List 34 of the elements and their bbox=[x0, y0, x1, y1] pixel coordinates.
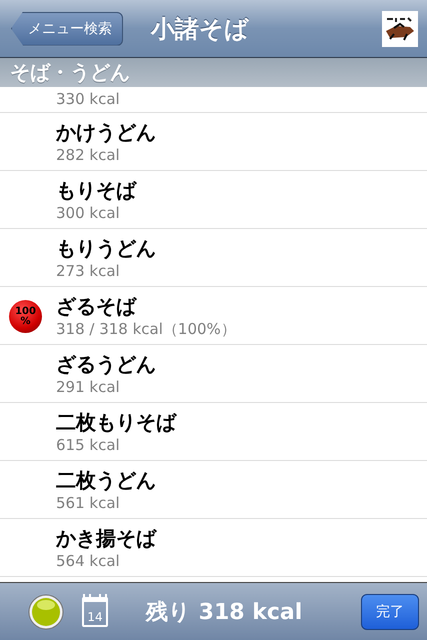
item-calories: 291 kcal bbox=[56, 376, 121, 396]
status-light-icon[interactable] bbox=[28, 594, 64, 630]
item-calories: 318 / 318 kcal（100%） bbox=[56, 318, 237, 338]
item-name: もりそば bbox=[56, 176, 138, 202]
menu-row[interactable]: 二枚うどん 561 kcal bbox=[0, 461, 427, 519]
menu-row[interactable]: 二枚もりそば 615 kcal bbox=[0, 403, 427, 461]
screen-title: 小諸そば bbox=[151, 14, 250, 44]
section-header: そば・うどん bbox=[0, 58, 427, 87]
item-calories: 273 kcal bbox=[56, 260, 121, 280]
item-name: ざるそば bbox=[56, 292, 138, 318]
item-calories: 615 kcal bbox=[56, 434, 121, 454]
logo-icon bbox=[382, 10, 418, 46]
item-calories: 300 kcal bbox=[56, 202, 121, 222]
percent-badge: 100 % bbox=[9, 300, 42, 333]
item-name: かき揚そば bbox=[56, 524, 158, 550]
item-name: かけうどん bbox=[56, 118, 157, 144]
menu-row[interactable]: もりそば 300 kcal bbox=[0, 171, 427, 229]
item-name: ざるうどん bbox=[56, 350, 157, 376]
back-button[interactable]: メニュー検索 bbox=[11, 12, 123, 46]
item-name: 二枚もりそば bbox=[56, 408, 178, 434]
item-calories: 282 kcal bbox=[56, 144, 121, 164]
remaining-calories: 残り 318 kcal bbox=[146, 598, 304, 626]
menu-row[interactable]: かけうどん 282 kcal bbox=[0, 113, 427, 171]
done-button[interactable]: 完了 bbox=[361, 594, 419, 630]
item-name: もりうどん bbox=[56, 234, 157, 260]
menu-row[interactable]: 100 % ざるそば 318 / 318 kcal（100%） bbox=[0, 287, 427, 345]
item-calories: 564 kcal bbox=[56, 550, 121, 570]
menu-row[interactable]: 330 kcal bbox=[0, 87, 427, 113]
menu-row[interactable]: ざるうどん 291 kcal bbox=[0, 345, 427, 403]
item-calories: 330 kcal bbox=[56, 89, 121, 109]
item-calories: 561 kcal bbox=[56, 492, 121, 512]
item-name: 二枚うどん bbox=[56, 466, 157, 492]
menu-row[interactable]: もりうどん 273 kcal bbox=[0, 229, 427, 287]
menu-row[interactable]: かき揚そば 564 kcal bbox=[0, 519, 427, 577]
